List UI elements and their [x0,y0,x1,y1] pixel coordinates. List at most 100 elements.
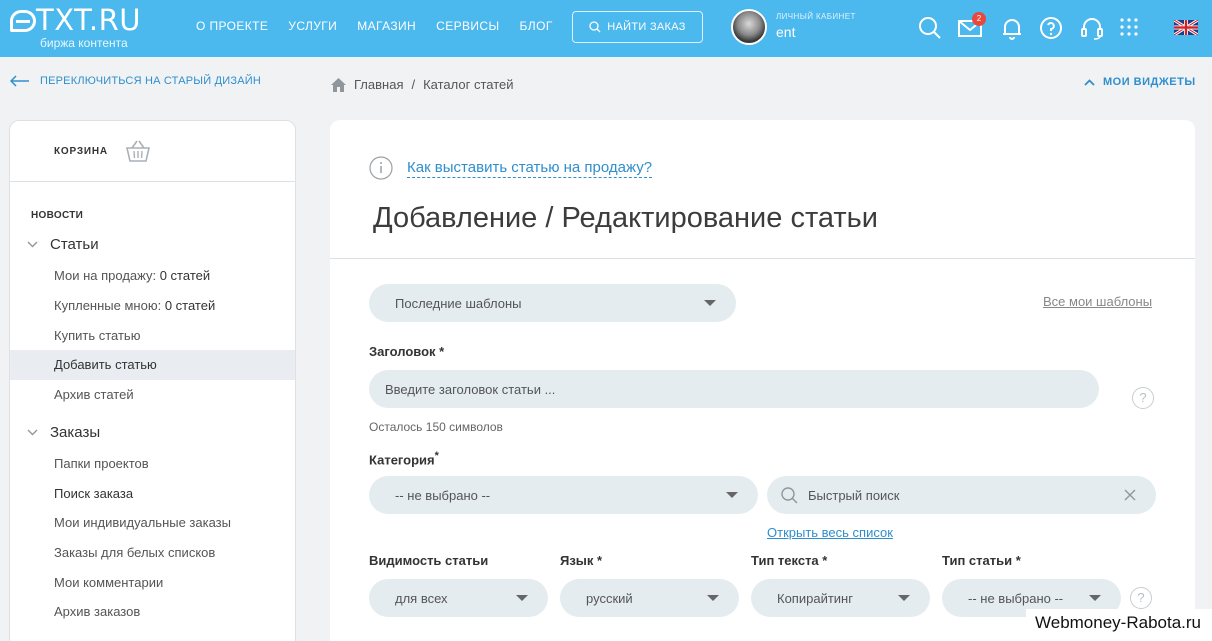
chevron-up-icon [1084,78,1095,86]
visibility-select-value: для всех [395,590,448,606]
sidebar-news[interactable]: НОВОСТИ [31,210,83,221]
sidebar-item-bought-label: Купленные мною: [54,298,162,313]
breadcrumb: Главная / Каталог статей [331,77,514,92]
cabinet-label: ЛИЧНЫЙ КАБИНЕТ [776,12,856,21]
sidebar-item-my-comments[interactable]: Мои комментарии [10,568,295,598]
breadcrumb-home[interactable]: Главная [354,77,403,92]
top-bar: TXT.RU биржа контента О ПРОЕКТЕ УСЛУГИ М… [0,0,1212,57]
help-icon[interactable] [1039,16,1063,40]
sidebar-item-buy-article[interactable]: Купить статью [10,321,295,351]
sidebar-group-orders[interactable]: Заказы [27,424,100,441]
category-select[interactable]: -- не выбрано -- [369,476,758,514]
category-label: Категория* [369,450,439,467]
text-type-label: Тип текста * [751,553,828,568]
sidebar-item-bought[interactable]: Купленные мною: 0 статей [10,291,295,321]
caret-down-icon [1089,595,1101,601]
sidebar-item-add-article[interactable]: Добавить статью [10,350,295,380]
caret-down-icon [898,595,910,601]
main-panel: Как выставить статью на продажу? Добавле… [330,120,1195,641]
chars-left: Осталось 150 символов [369,420,503,434]
category-label-text: Категория [369,452,435,468]
language-label: Язык * [560,553,603,568]
sidebar-group-articles[interactable]: Статьи [27,236,99,253]
visibility-select[interactable]: для всех [369,579,548,617]
sidebar-item-whitelist-orders[interactable]: Заказы для белых списков [10,538,295,568]
arrow-left-icon [10,75,29,87]
breadcrumb-separator: / [411,77,416,92]
username: ent [776,24,796,40]
logo-text: TXT.RU [10,5,141,35]
my-widgets-label: МОИ ВИДЖЕТЫ [1103,76,1196,88]
chevron-down-icon [27,429,38,436]
sidebar-item-bought-count: 0 статей [164,298,216,313]
sidebar-group-articles-label: Статьи [50,236,99,253]
bell-icon[interactable] [1000,16,1024,40]
close-icon[interactable] [1124,489,1136,501]
howto-sell-link[interactable]: Как выставить статью на продажу? [407,159,653,178]
watermark: Webmoney-Rabota.ru [1026,609,1212,641]
sidebar-item-orders-archive[interactable]: Архив заказов [10,597,295,627]
basket-icon [125,140,150,162]
language-select-value: русский [586,590,633,606]
breadcrumb-catalog[interactable]: Каталог статей [423,77,513,92]
quick-search-placeholder: Быстрый поиск [808,487,900,503]
home-icon[interactable] [331,77,346,92]
personal-cabinet[interactable]: ЛИЧНЫЙ КАБИНЕТ ent [776,12,856,40]
quick-search-input[interactable]: Быстрый поиск [767,476,1156,514]
caret-down-icon [704,300,716,306]
avatar[interactable] [731,9,767,45]
text-type-select[interactable]: Копирайтинг [751,579,930,617]
main-nav: О ПРОЕКТЕ УСЛУГИ МАГАЗИН СЕРВИСЫ БЛОГ [196,19,553,33]
title-input[interactable]: Введите заголовок статьи ... [369,370,1099,408]
title-input-placeholder: Введите заголовок статьи ... [385,381,556,397]
sidebar-item-for-sale-count: 0 статей [159,268,211,283]
sidebar-item-for-sale-label: Мои на продажу: [54,268,157,283]
cart[interactable]: КОРЗИНА [10,121,295,182]
category-select-value: -- не выбрано -- [395,487,491,503]
sidebar-item-for-sale[interactable]: Мои на продажу: 0 статей [10,261,295,291]
search-icon [589,21,601,33]
all-templates-link[interactable]: Все мои шаблоны [1043,294,1152,309]
title-label: Заголовок * [369,344,445,359]
search-icon [781,486,798,503]
headset-icon[interactable] [1080,16,1104,40]
page-title: Добавление / Редактирование статьи [373,202,878,234]
chevron-down-icon [27,241,38,248]
language-select[interactable]: русский [560,579,739,617]
search-icon[interactable] [918,16,942,40]
sidebar-group-orders-label: Заказы [50,424,101,441]
nav-blog[interactable]: БЛОГ [520,19,553,33]
nav-about[interactable]: О ПРОЕКТЕ [196,19,268,33]
article-type-help-icon[interactable]: ? [1130,587,1152,609]
sidebar-item-individual-orders[interactable]: Мои индивидуальные заказы [10,508,295,538]
caret-down-icon [516,595,528,601]
article-type-label: Тип статьи * [942,553,1021,568]
apps-grid-icon[interactable] [1119,17,1139,37]
open-full-list-link[interactable]: Открыть весь список [767,525,893,540]
find-order-button[interactable]: НАЙТИ ЗАКАЗ [572,11,703,43]
templates-select-value: Последние шаблоны [395,295,522,311]
my-widgets-toggle[interactable]: МОИ ВИДЖЕТЫ [1084,76,1196,88]
sidebar-item-articles-archive[interactable]: Архив статей [10,380,295,410]
text-type-select-value: Копирайтинг [777,590,853,606]
visibility-label: Видимость статьи [369,553,489,568]
logo[interactable]: TXT.RU биржа контента [10,5,141,50]
cart-label: КОРЗИНА [54,145,108,157]
nav-tools[interactable]: СЕРВИСЫ [436,19,499,33]
templates-select[interactable]: Последние шаблоны [369,284,736,322]
logo-subtitle: биржа контента [40,36,128,50]
sidebar-item-find-order[interactable]: Поиск заказа [10,479,295,509]
article-type-select-value: -- не выбрано -- [968,590,1064,606]
mail-badge: 2 [972,12,986,26]
uk-flag-icon[interactable] [1174,20,1198,35]
howto-row: Как выставить статью на продажу? [369,156,653,180]
switch-old-design-link[interactable]: ПЕРЕКЛЮЧИТЬСЯ НА СТАРЫЙ ДИЗАЙН [10,75,261,87]
divider [330,258,1195,259]
nav-services[interactable]: УСЛУГИ [288,19,337,33]
find-order-label: НАЙТИ ЗАКАЗ [607,21,686,33]
nav-shop[interactable]: МАГАЗИН [357,19,416,33]
caret-down-icon [707,595,719,601]
required-mark: * [434,450,439,462]
sidebar-item-project-folders[interactable]: Папки проектов [10,449,295,479]
title-help-icon[interactable]: ? [1132,387,1154,409]
